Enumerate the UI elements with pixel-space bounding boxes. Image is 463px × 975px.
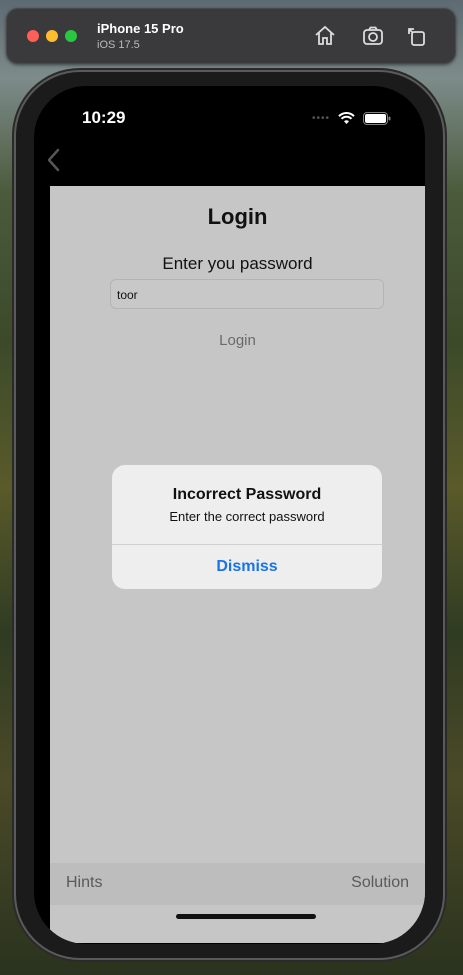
rotate-icon[interactable]: [405, 24, 429, 48]
page-title: Login: [207, 204, 268, 229]
password-prompt: Enter you password: [162, 254, 313, 273]
incorrect-password-alert: Incorrect Password Enter the correct pas…: [112, 465, 382, 589]
simulator-toolbar: iPhone 15 Pro iOS 17.5: [6, 8, 456, 64]
signal-icon: ••••: [311, 113, 330, 124]
home-indicator[interactable]: [176, 914, 316, 919]
login-button[interactable]: Login: [50, 332, 425, 349]
alert-message: Enter the correct password: [169, 509, 325, 524]
password-input[interactable]: toor: [110, 279, 384, 309]
minimize-window-button[interactable]: [46, 30, 58, 42]
device-name: iPhone 15 Pro: [97, 21, 184, 36]
wifi-icon: [338, 112, 355, 124]
close-window-button[interactable]: [27, 30, 39, 42]
home-icon[interactable]: [313, 24, 337, 48]
alert-title: Incorrect Password: [172, 486, 322, 503]
bottom-toolbar: Hints Solution: [50, 863, 425, 905]
chevron-left-icon[interactable]: [44, 146, 64, 174]
zoom-window-button[interactable]: [65, 30, 77, 42]
dismiss-button[interactable]: Dismiss: [112, 558, 382, 576]
status-icons: ••••: [312, 112, 391, 125]
hints-button[interactable]: Hints: [66, 874, 102, 892]
login-screen: Login Enter you password toor Login Inco…: [50, 186, 425, 943]
battery-icon: [363, 112, 391, 125]
screenshot-icon[interactable]: [361, 24, 385, 48]
phone-screen: 10:29 •••• Login Enter you password toor…: [34, 86, 425, 944]
os-version: iOS 17.5: [97, 39, 140, 51]
phone-frame: 10:29 •••• Login Enter you password toor…: [16, 72, 443, 958]
status-time: 10:29: [82, 108, 126, 127]
alert-divider: [112, 544, 382, 545]
solution-button[interactable]: Solution: [351, 874, 409, 892]
